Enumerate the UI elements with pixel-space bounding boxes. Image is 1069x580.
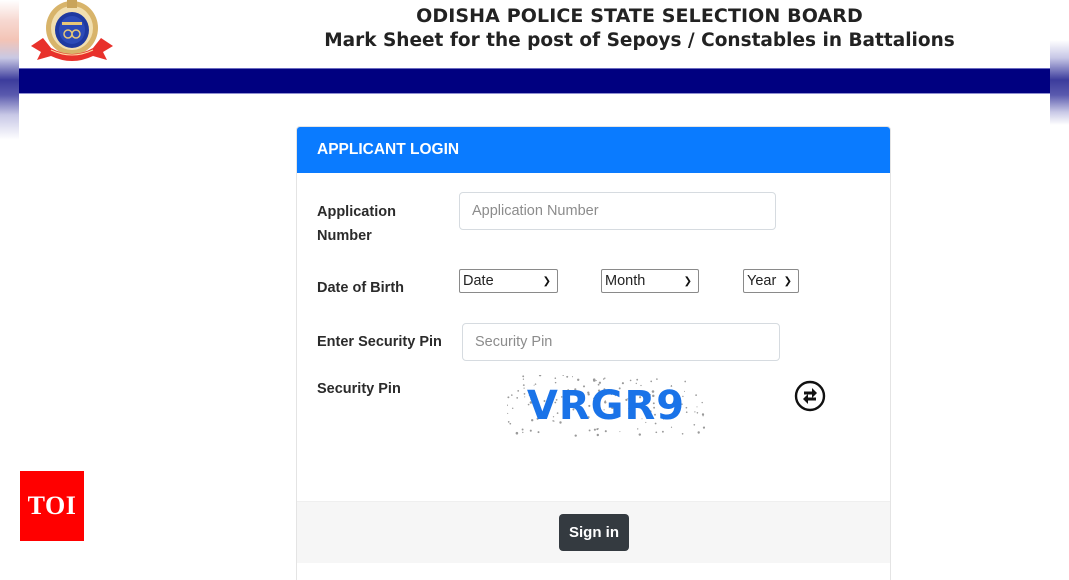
captcha-noise-dot xyxy=(685,411,688,414)
enter-security-pin-label: Enter Security Pin xyxy=(317,334,442,350)
chevron-down-icon: ❯ xyxy=(683,275,692,287)
captcha-noise-dot xyxy=(656,378,658,380)
login-card-heading: APPLICANT LOGIN xyxy=(297,127,890,173)
captcha-noise-dot xyxy=(604,430,607,433)
login-card-footer: Sign in xyxy=(297,501,890,563)
captcha-noise-dot xyxy=(509,422,512,425)
captcha-noise-dot xyxy=(574,434,577,437)
navbar xyxy=(19,68,1050,94)
year-select[interactable]: Year ❯ xyxy=(743,269,799,293)
login-card: APPLICANT LOGIN Application Number Date … xyxy=(296,126,891,580)
captcha-noise-dot xyxy=(507,421,510,423)
captcha-noise-dot xyxy=(636,378,639,381)
captcha-noise-dot xyxy=(702,415,704,417)
captcha-noise-dot xyxy=(697,431,700,434)
right-edge-gradient xyxy=(1050,0,1069,580)
captcha-noise-dot xyxy=(529,429,532,432)
page-subtitle: Mark Sheet for the post of Sepoys / Cons… xyxy=(324,30,955,51)
captcha-noise-dot xyxy=(693,423,696,426)
captcha-noise-dot xyxy=(523,387,525,389)
captcha-noise-dot xyxy=(521,428,524,431)
captcha-noise-dot xyxy=(537,431,540,434)
captcha-noise-dot xyxy=(596,433,600,437)
refresh-icon[interactable] xyxy=(794,380,826,412)
captcha-noise-dot xyxy=(695,394,697,396)
captcha-noise-dot xyxy=(661,430,664,433)
date-select[interactable]: Date ❯ xyxy=(459,269,558,293)
page-header: ODISHA POLICE STATE SELECTION BOARD Mark… xyxy=(19,0,1050,68)
sign-in-button[interactable]: Sign in xyxy=(559,514,629,551)
captcha-noise-dot xyxy=(685,406,688,409)
left-edge-gradient xyxy=(0,0,19,580)
captcha-noise-dot xyxy=(571,376,574,378)
year-select-value: Year xyxy=(747,273,777,289)
captcha-image: VRGR9 xyxy=(507,375,705,437)
captcha-noise-dot xyxy=(595,380,597,382)
date-of-birth-label: Date of Birth xyxy=(317,280,404,296)
captcha-noise-dot xyxy=(522,431,524,434)
security-pin-label: Security Pin xyxy=(317,381,401,397)
captcha-noise-dot xyxy=(592,378,596,381)
captcha-noise-dot xyxy=(694,411,696,413)
captcha-text: VRGR9 xyxy=(527,383,685,429)
page-title: ODISHA POLICE STATE SELECTION BOARD xyxy=(416,5,863,27)
captcha-noise-dot xyxy=(515,431,519,435)
captcha-noise-dot xyxy=(522,384,525,386)
captcha-noise-dot xyxy=(702,426,705,429)
date-select-value: Date xyxy=(463,273,494,289)
captcha-noise-dot xyxy=(638,433,641,436)
month-select-value: Month xyxy=(605,273,646,289)
captcha-noise-dot xyxy=(511,407,514,410)
application-number-label: Application Number xyxy=(317,204,396,244)
captcha-noise-dot xyxy=(696,412,699,414)
security-pin-input[interactable] xyxy=(462,323,780,361)
captcha-noise-dot xyxy=(507,412,509,414)
captcha-noise-dot xyxy=(522,375,525,378)
captcha-noise-dot xyxy=(619,431,621,433)
captcha-noise-dot xyxy=(696,406,698,408)
month-select[interactable]: Month ❯ xyxy=(601,269,699,293)
captcha-noise-dot xyxy=(523,393,526,395)
chevron-down-icon: ❯ xyxy=(542,275,551,287)
captcha-noise-dot xyxy=(507,396,510,399)
captcha-noise-dot xyxy=(524,396,526,398)
toi-watermark-logo: TOI xyxy=(20,471,84,541)
captcha-noise-dot xyxy=(554,377,557,379)
captcha-noise-dot xyxy=(588,429,591,432)
captcha-noise-dot xyxy=(516,397,519,399)
captcha-noise-dot xyxy=(577,378,580,381)
captcha-noise-dot xyxy=(566,375,569,378)
captcha-noise-dot xyxy=(511,394,513,396)
chevron-down-icon: ❯ xyxy=(783,275,792,287)
captcha-noise-dot xyxy=(522,378,525,380)
application-number-input[interactable] xyxy=(459,192,776,230)
captcha-noise-dot xyxy=(517,390,520,392)
captcha-noise-dot xyxy=(655,431,658,434)
captcha-noise-dot xyxy=(629,379,632,382)
captcha-noise-dot xyxy=(650,380,653,383)
captcha-noise-dot xyxy=(701,401,703,404)
captcha-noise-dot xyxy=(681,432,684,435)
captcha-noise-dot xyxy=(602,378,605,380)
